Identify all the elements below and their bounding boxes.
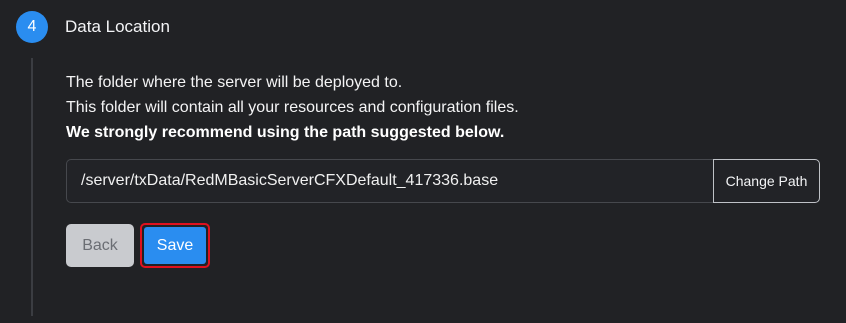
step-title: Data Location <box>65 17 170 36</box>
description-line-2: This folder will contain all your resour… <box>66 99 519 116</box>
step-description: The folder where the server will be depl… <box>66 70 826 145</box>
step-header: 4 Data Location <box>16 11 170 43</box>
setup-step-panel: 4 Data Location The folder where the ser… <box>0 0 846 323</box>
path-input-group: Change Path <box>66 159 820 203</box>
step-content: The folder where the server will be depl… <box>66 70 826 268</box>
step-number-badge: 4 <box>16 11 48 43</box>
step-connector-line <box>31 58 33 316</box>
save-button-highlight: Save <box>140 223 210 268</box>
description-line-1: The folder where the server will be depl… <box>66 74 403 91</box>
action-buttons: Back Save <box>66 223 210 268</box>
save-button[interactable]: Save <box>144 227 206 264</box>
back-button[interactable]: Back <box>66 224 134 267</box>
data-path-input[interactable] <box>66 159 713 203</box>
description-recommendation: We strongly recommend using the path sug… <box>66 124 505 141</box>
change-path-button[interactable]: Change Path <box>713 159 820 203</box>
